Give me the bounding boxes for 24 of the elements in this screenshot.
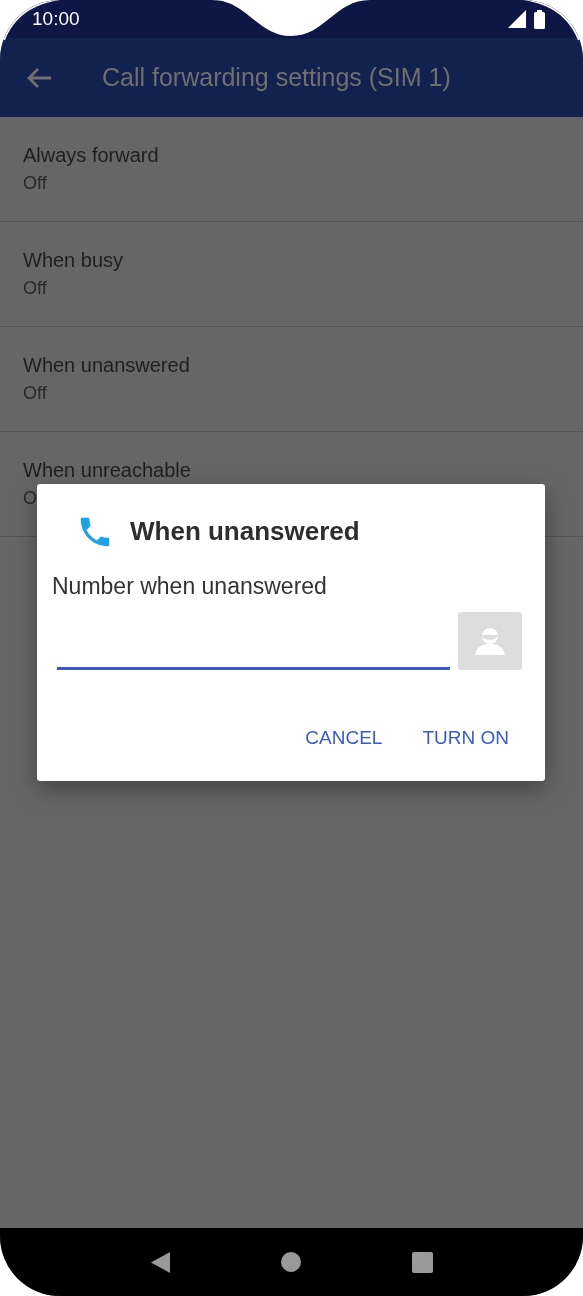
item-value: O [23,487,38,509]
item-title: Always forward [23,143,160,167]
clock: 10:00 [32,6,80,31]
home-icon[interactable] [281,1252,301,1272]
field-label: Number when unanswered [52,572,328,601]
settings-item[interactable]: When unanswered Off [0,327,583,432]
back-icon[interactable] [150,1250,171,1274]
battery-icon [534,9,545,29]
item-title: When unanswered [23,353,191,377]
dialog-button[interactable]: TURN ON [414,717,517,758]
item-title: When busy [23,248,125,272]
signal-icon [508,10,526,28]
screen-title: Call forwarding settings (SIM 1) [102,61,451,93]
settings-item[interactable]: Always forward Off [0,117,583,222]
settings-item[interactable]: When busy Off [0,222,583,327]
recents-icon[interactable] [411,1251,433,1273]
back-icon[interactable] [26,66,52,89]
item-value: Off [23,382,48,404]
item-value: Off [23,172,48,194]
item-title: When unreachable [23,458,192,482]
item-value: Off [23,277,48,299]
dialog-button[interactable]: CANCEL [297,717,391,758]
person-icon [475,625,505,656]
dialog-title: When unanswered [130,515,360,548]
